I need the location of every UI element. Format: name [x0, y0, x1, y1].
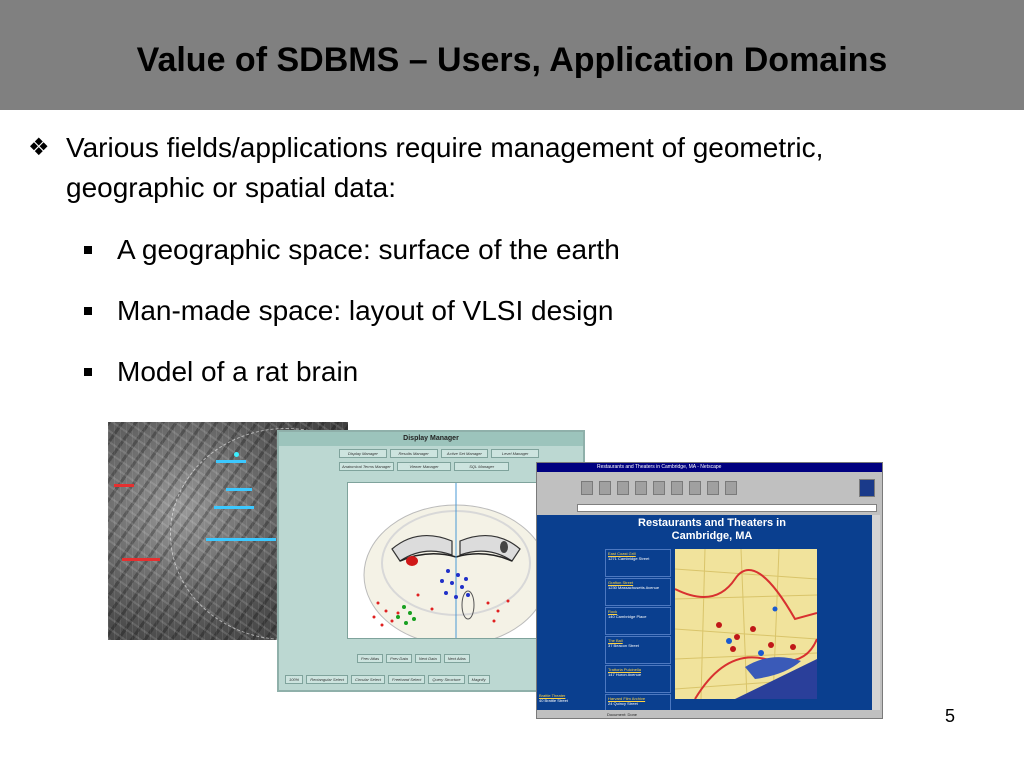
prev-data-button[interactable]: Prev Data — [386, 654, 412, 663]
circular-select-button[interactable]: Circular Select — [351, 675, 386, 684]
sub-bullet-rat-brain: Model of a rat brain — [82, 352, 882, 392]
print-icon[interactable] — [689, 481, 701, 495]
display-manager-title: Display Manager — [279, 432, 583, 446]
page-heading-line-2: Cambridge, MA — [671, 530, 753, 542]
browser-window: Restaurants and Theaters in Cambridge, M… — [536, 462, 883, 719]
main-bullet-text: Various fields/applications require mana… — [66, 132, 824, 203]
page-number: 5 — [945, 706, 956, 726]
list-item: The Ball 37 Beacon Street — [605, 636, 671, 664]
venue-address: 147 Huron Avenue — [608, 672, 642, 677]
cyan-label — [206, 538, 276, 541]
list-item: Grafton Street 1230 Massachusetts Avenue — [605, 578, 671, 606]
dm-menu-button[interactable]: Results Manager — [389, 449, 438, 458]
security-icon[interactable] — [707, 481, 719, 495]
browser-address-bar[interactable] — [577, 504, 877, 512]
netscape-logo-icon — [859, 479, 875, 497]
dm-menu-button[interactable]: Display Manager — [339, 449, 387, 458]
browser-page: Restaurants and Theaters in Cambridge, M… — [537, 515, 880, 710]
dm-menu-button[interactable]: Viewer Manager — [396, 462, 452, 471]
rat-brain-drawing — [363, 483, 548, 638]
dm-menu-button[interactable]: Level Manager — [491, 449, 539, 458]
sub-bullet-text: A geographic space: surface of the earth — [117, 234, 620, 265]
list-item: Harvard Film Archive 24 Quincy Street — [605, 694, 671, 710]
guide-icon[interactable] — [671, 481, 683, 495]
sub-bullet-text: Man-made space: layout of VLSI design — [117, 295, 614, 326]
search-icon[interactable] — [653, 481, 665, 495]
rectangular-select-button[interactable]: Rectangular Select — [306, 675, 349, 684]
stop-icon[interactable] — [725, 481, 737, 495]
browser-toolbar — [577, 479, 877, 503]
list-item: Rock 140 Cambridge Place — [605, 607, 671, 635]
dm-menu-button[interactable]: Anatomical Terms Manager — [339, 462, 394, 471]
venue-address: 40 Brattle Street — [539, 698, 568, 703]
next-data-button[interactable]: Next Data — [414, 654, 441, 663]
sub-bullet-vlsi: Man-made space: layout of VLSI design — [82, 291, 882, 331]
diamond-bullet-icon: ❖ — [28, 134, 50, 161]
venue-address: 140 Cambridge Place — [608, 614, 647, 619]
page-heading-line-1: Restaurants and Theaters in — [638, 517, 786, 529]
venue-address: 37 Beacon Street — [608, 643, 639, 648]
red-label — [114, 484, 134, 487]
dm-tool-buttons: 100% Rectangular Select Circular Select … — [285, 675, 490, 684]
dm-menu-button[interactable]: SQL Manager — [454, 462, 510, 471]
square-bullet-icon — [84, 246, 92, 254]
venue-address: 1271 Cambridge Street — [608, 556, 650, 561]
page-heading: Restaurants and Theaters in Cambridge, M… — [607, 517, 817, 543]
prev-atlas-button[interactable]: Prev Atlas — [357, 654, 384, 663]
list-item: Trattoria Pulcinella 147 Huron Avenue — [605, 665, 671, 693]
browser-status-bar: Document: Done — [537, 711, 880, 718]
venue-list: East Coast Grill 1271 Cambridge Street G… — [605, 549, 671, 710]
square-bullet-icon — [84, 307, 92, 315]
magnify-button[interactable]: Magnify — [467, 675, 490, 684]
browser-vertical-scrollbar[interactable] — [872, 515, 880, 710]
main-bullet: ❖ Various fields/applications require ma… — [28, 128, 928, 208]
red-label — [122, 558, 160, 561]
square-bullet-icon — [84, 368, 92, 376]
dm-menu-button[interactable]: Active Set Manager — [440, 449, 489, 458]
venue-address: 24 Quincy Street — [608, 701, 638, 706]
cyan-label — [226, 488, 252, 491]
freehand-select-button[interactable]: Freehand Select — [388, 675, 426, 684]
list-item: East Coast Grill 1271 Cambridge Street — [605, 549, 671, 577]
browser-title-bar: Restaurants and Theaters in Cambridge, M… — [537, 463, 882, 472]
back-icon[interactable] — [581, 481, 593, 495]
query-structure-button[interactable]: Query Structure — [428, 675, 465, 684]
dm-menu-row-1: Display Manager Results Manager Active S… — [339, 449, 539, 458]
slide-title: Value of SDBMS – Users, Application Doma… — [136, 41, 888, 79]
dm-nav-buttons: Prev Atlas Prev Data Next Data Next Atla… — [357, 654, 470, 663]
zoom-select[interactable]: 100% — [285, 675, 304, 684]
next-atlas-button[interactable]: Next Atlas — [443, 654, 470, 663]
brain-atlas-canvas[interactable] — [347, 482, 549, 639]
street-map[interactable] — [675, 549, 817, 699]
list-item-extra: Brattle Theater 40 Brattle Street — [539, 693, 603, 703]
cyan-marker — [234, 452, 239, 457]
forward-icon[interactable] — [599, 481, 611, 495]
home-icon[interactable] — [635, 481, 647, 495]
dm-menu-row-2: Anatomical Terms Manager Viewer Manager … — [339, 462, 510, 471]
sub-bullet-text: Model of a rat brain — [117, 356, 359, 387]
cyan-label — [216, 460, 246, 463]
sub-bullet-geographic: A geographic space: surface of the earth — [82, 230, 882, 270]
cyan-label — [214, 506, 254, 509]
street-map-drawing — [675, 549, 817, 699]
reload-icon[interactable] — [617, 481, 629, 495]
venue-address: 1230 Massachusetts Avenue — [608, 585, 660, 590]
